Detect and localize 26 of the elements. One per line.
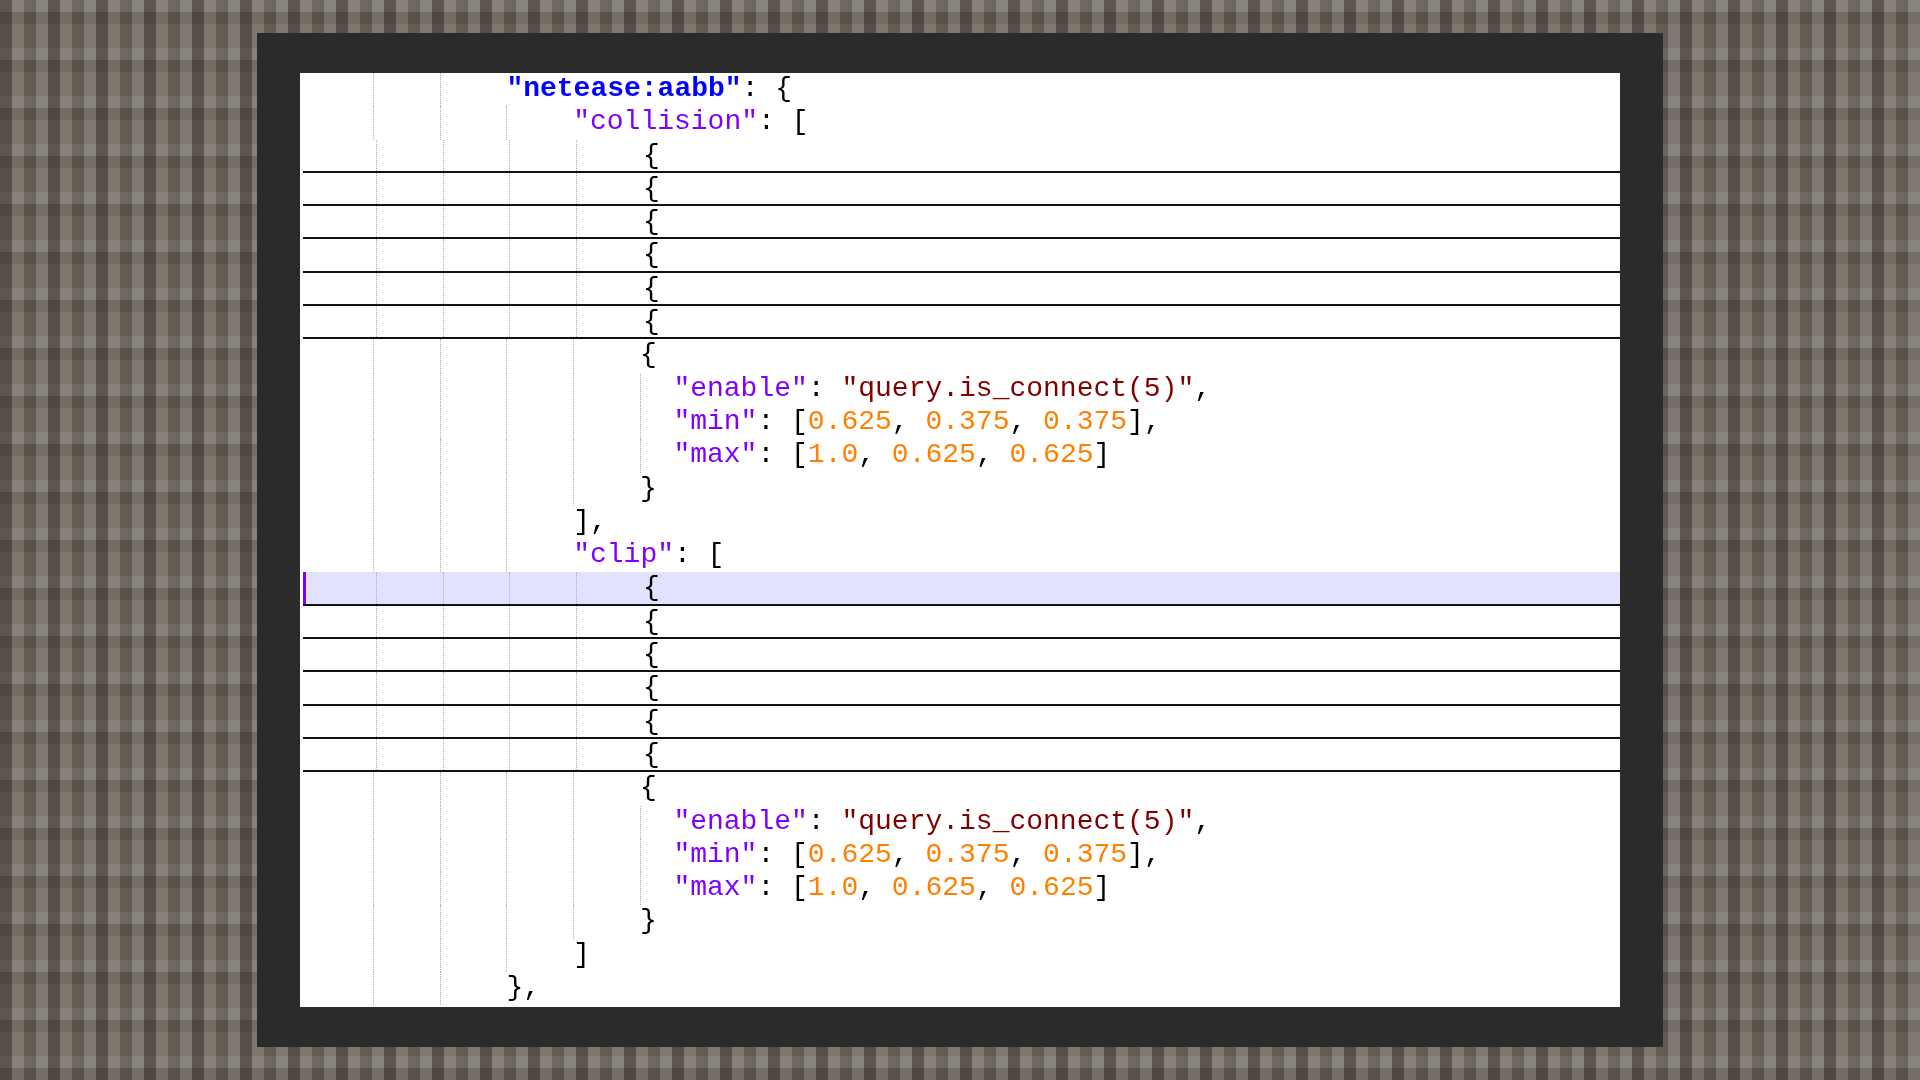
code-line: {: [303, 672, 1620, 706]
code-line: {: [303, 139, 1620, 173]
code-line: {: [300, 772, 1620, 806]
code-line: {: [303, 172, 1620, 207]
code-line: {: [303, 272, 1620, 307]
code-line: "collision": [: [300, 106, 1620, 140]
code-line: {: [303, 239, 1620, 273]
code-line: }: [300, 472, 1620, 506]
code-line: "max": [1.0, 0.625, 0.625]: [300, 872, 1620, 906]
code-line: "enable": "query.is_connect(5)",: [300, 372, 1620, 406]
code-line: {: [303, 705, 1620, 739]
code-line: {: [300, 339, 1620, 373]
code-line: {: [303, 206, 1620, 240]
code-line: "min": [0.625, 0.375, 0.375],: [300, 405, 1620, 440]
code-line: "enable": "query.is_connect(5)",: [300, 805, 1620, 839]
code-line: "min": [0.625, 0.375, 0.375],: [300, 838, 1620, 873]
code-line: {: [303, 605, 1620, 640]
code-line: "netease:aabb": {: [300, 73, 1620, 107]
code-line: {: [303, 639, 1620, 673]
code-line: ],: [300, 505, 1620, 540]
code-line: {: [303, 738, 1620, 773]
code-line: {: [303, 306, 1620, 340]
code-line: },: [300, 972, 1620, 1006]
code-line: }: [300, 905, 1620, 939]
code-line: ]: [300, 938, 1620, 972]
code-line: "max": [1.0, 0.625, 0.625]: [300, 439, 1620, 473]
